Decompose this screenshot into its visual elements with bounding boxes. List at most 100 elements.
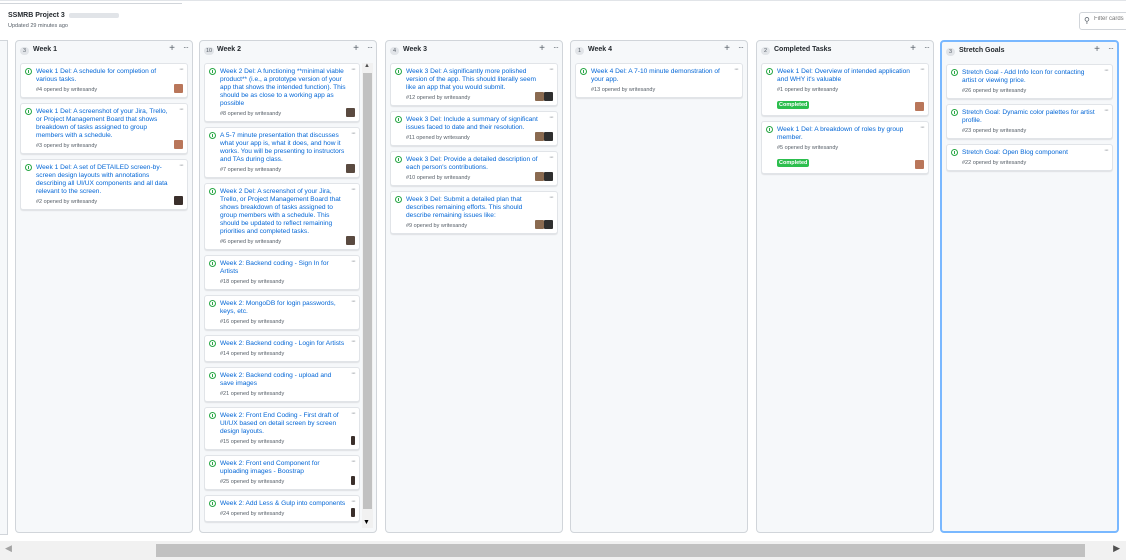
column-menu-button[interactable]: ··· <box>924 43 930 52</box>
card-menu-button[interactable]: ··· <box>179 66 184 73</box>
issue-card[interactable]: ··· Week 2 Del: A functioning **minimal … <box>204 63 360 122</box>
card-menu-button[interactable]: ··· <box>549 114 554 121</box>
assignee-avatar[interactable] <box>346 164 355 173</box>
issue-card[interactable]: ··· Week 2: Backend coding - Login for A… <box>204 335 360 362</box>
issue-card[interactable]: ··· Week 4 Del: A 7-10 minute demonstrat… <box>575 63 743 98</box>
issue-title-link[interactable]: Stretch Goal: Dynamic color palettes for… <box>962 109 1100 125</box>
issue-title-link[interactable]: A 5-7 minute presentation that discusses… <box>220 132 347 164</box>
issue-card[interactable]: ··· Week 1 Del: Overview of intended app… <box>761 63 929 116</box>
assignee-avatar[interactable] <box>174 196 183 205</box>
issue-card[interactable]: ··· Week 2: Backend coding - upload and … <box>204 367 360 402</box>
card-menu-button[interactable]: ··· <box>920 66 925 73</box>
issue-title-link[interactable]: Week 4 Del: A 7-10 minute demonstration … <box>591 68 730 84</box>
scrollbar-thumb[interactable] <box>156 544 1085 557</box>
issue-title-link[interactable]: Week 1 Del: A breakdown of roles by grou… <box>777 126 916 142</box>
assignee-avatar[interactable] <box>915 102 924 111</box>
card-menu-button[interactable]: ··· <box>351 370 356 377</box>
issue-title-link[interactable]: Week 3 Del: A significantly more polishe… <box>406 68 545 92</box>
issue-title-link[interactable]: Stretch Goal: Open Blog component <box>962 149 1100 157</box>
issue-title-link[interactable]: Week 2: Backend coding - Login for Artis… <box>220 340 347 348</box>
assignee-avatar[interactable] <box>544 172 553 181</box>
issue-card[interactable]: ··· Week 2: Front End Coding - First dra… <box>204 407 360 450</box>
scroll-up-arrow-icon[interactable]: ▲ <box>364 63 370 69</box>
issue-title-link[interactable]: Week 3 Del: Submit a detailed plan that … <box>406 196 545 220</box>
column-menu-button[interactable]: ··· <box>738 43 744 52</box>
board-horizontal-scrollbar[interactable]: ◀ ▶ <box>0 541 1126 560</box>
scroll-left-arrow-icon[interactable]: ◀ <box>5 543 12 554</box>
issue-title-link[interactable]: Week 3 Del: Provide a detailed descripti… <box>406 156 545 172</box>
issue-card[interactable]: ··· Week 3 Del: Submit a detailed plan t… <box>390 191 558 234</box>
column-scrollbar[interactable]: ▲ ▼ <box>362 63 373 528</box>
card-menu-button[interactable]: ··· <box>351 298 356 305</box>
card-menu-button[interactable]: ··· <box>1104 67 1109 74</box>
column-menu-button[interactable]: ··· <box>367 43 373 52</box>
assignee-avatar[interactable] <box>346 236 355 245</box>
scroll-down-arrow-icon[interactable]: ▼ <box>363 519 370 526</box>
assignee-avatar[interactable] <box>535 220 544 229</box>
card-menu-button[interactable]: ··· <box>351 258 356 265</box>
assignee-avatar[interactable] <box>915 160 924 169</box>
issue-card[interactable]: ··· Week 3 Del: Provide a detailed descr… <box>390 151 558 186</box>
issue-title-link[interactable]: Week 2: Front End Coding - First draft o… <box>220 412 347 436</box>
card-menu-button[interactable]: ··· <box>1104 107 1109 114</box>
assignee-avatar[interactable] <box>351 436 355 445</box>
card-menu-button[interactable]: ··· <box>351 186 356 193</box>
assignee-avatar[interactable] <box>535 92 544 101</box>
scroll-right-arrow-icon[interactable]: ▶ <box>1113 543 1120 554</box>
card-menu-button[interactable]: ··· <box>1104 147 1109 154</box>
issue-title-link[interactable]: Week 2 Del: A screenshot of your Jira, T… <box>220 188 347 236</box>
add-card-button[interactable]: + <box>910 43 916 54</box>
assignee-avatar[interactable] <box>544 92 553 101</box>
issue-title-link[interactable]: Week 2: Add Less & Gulp into components <box>220 500 347 508</box>
card-menu-button[interactable]: ··· <box>549 194 554 201</box>
issue-card[interactable]: ··· Stretch Goal: Open Blog component #2… <box>946 144 1113 171</box>
card-menu-button[interactable]: ··· <box>920 124 925 131</box>
issue-title-link[interactable]: Week 2: Front end Component for uploadin… <box>220 460 347 476</box>
issue-card[interactable]: ··· Week 1 Del: A breakdown of roles by … <box>761 121 929 174</box>
issue-card[interactable]: ··· Week 1 Del: A set of DETAILED screen… <box>20 159 188 210</box>
add-card-button[interactable]: + <box>169 43 175 54</box>
issue-title-link[interactable]: Week 1 Del: A set of DETAILED screen-by-… <box>36 164 175 196</box>
card-menu-button[interactable]: ··· <box>351 458 356 465</box>
issue-card[interactable]: ··· A 5-7 minute presentation that discu… <box>204 127 360 178</box>
card-menu-button[interactable]: ··· <box>179 162 184 169</box>
issue-title-link[interactable]: Week 1 Del: A screenshot of your Jira, T… <box>36 108 175 140</box>
issue-card[interactable]: ··· Stretch Goal: Dynamic color palettes… <box>946 104 1113 139</box>
issue-title-link[interactable]: Stretch Goal - Add Info Icon for contact… <box>962 69 1100 85</box>
assignee-avatar[interactable] <box>174 84 183 93</box>
card-menu-button[interactable]: ··· <box>179 106 184 113</box>
card-menu-button[interactable]: ··· <box>351 66 356 73</box>
column-menu-button[interactable]: ··· <box>183 43 189 52</box>
card-menu-button[interactable]: ··· <box>351 498 356 505</box>
add-card-button[interactable]: + <box>1094 44 1100 55</box>
card-menu-button[interactable]: ··· <box>351 410 356 417</box>
card-menu-button[interactable]: ··· <box>351 130 356 137</box>
filter-cards-input[interactable] <box>1094 16 1126 22</box>
filter-cards-field[interactable]: ⚲ <box>1079 12 1126 30</box>
assignee-avatar[interactable] <box>351 508 355 517</box>
issue-title-link[interactable]: Week 2: Backend coding - Sign In for Art… <box>220 260 347 276</box>
issue-card[interactable]: ··· Week 2: Add Less & Gulp into compone… <box>204 495 360 522</box>
issue-card[interactable]: ··· Stretch Goal - Add Info Icon for con… <box>946 64 1113 99</box>
issue-card[interactable]: ··· Week 3 Del: A significantly more pol… <box>390 63 558 106</box>
card-menu-button[interactable]: ··· <box>549 154 554 161</box>
issue-card[interactable]: ··· Week 1 Del: A screenshot of your Jir… <box>20 103 188 154</box>
issue-title-link[interactable]: Week 2: MongoDB for login passwords, key… <box>220 300 347 316</box>
issue-card[interactable]: ··· Week 2: Backend coding - Sign In for… <box>204 255 360 290</box>
card-menu-button[interactable]: ··· <box>351 338 356 345</box>
issue-card[interactable]: ··· Week 2 Del: A screenshot of your Jir… <box>204 183 360 250</box>
issue-card[interactable]: ··· Week 1 Del: A schedule for completio… <box>20 63 188 98</box>
assignee-avatar[interactable] <box>346 108 355 117</box>
assignee-avatar[interactable] <box>174 140 183 149</box>
issue-card[interactable]: ··· Week 3 Del: Include a summary of sig… <box>390 111 558 146</box>
issue-title-link[interactable]: Week 3 Del: Include a summary of signifi… <box>406 116 545 132</box>
assignee-avatar[interactable] <box>535 132 544 141</box>
assignee-avatar[interactable] <box>535 172 544 181</box>
card-menu-button[interactable]: ··· <box>549 66 554 73</box>
column-menu-button[interactable]: ··· <box>1108 44 1114 53</box>
scrollbar-thumb[interactable] <box>363 73 372 509</box>
column-menu-button[interactable]: ··· <box>553 43 559 52</box>
issue-title-link[interactable]: Week 1 Del: Overview of intended applica… <box>777 68 916 84</box>
add-card-button[interactable]: + <box>353 43 359 54</box>
issue-title-link[interactable]: Week 1 Del: A schedule for completion of… <box>36 68 175 84</box>
